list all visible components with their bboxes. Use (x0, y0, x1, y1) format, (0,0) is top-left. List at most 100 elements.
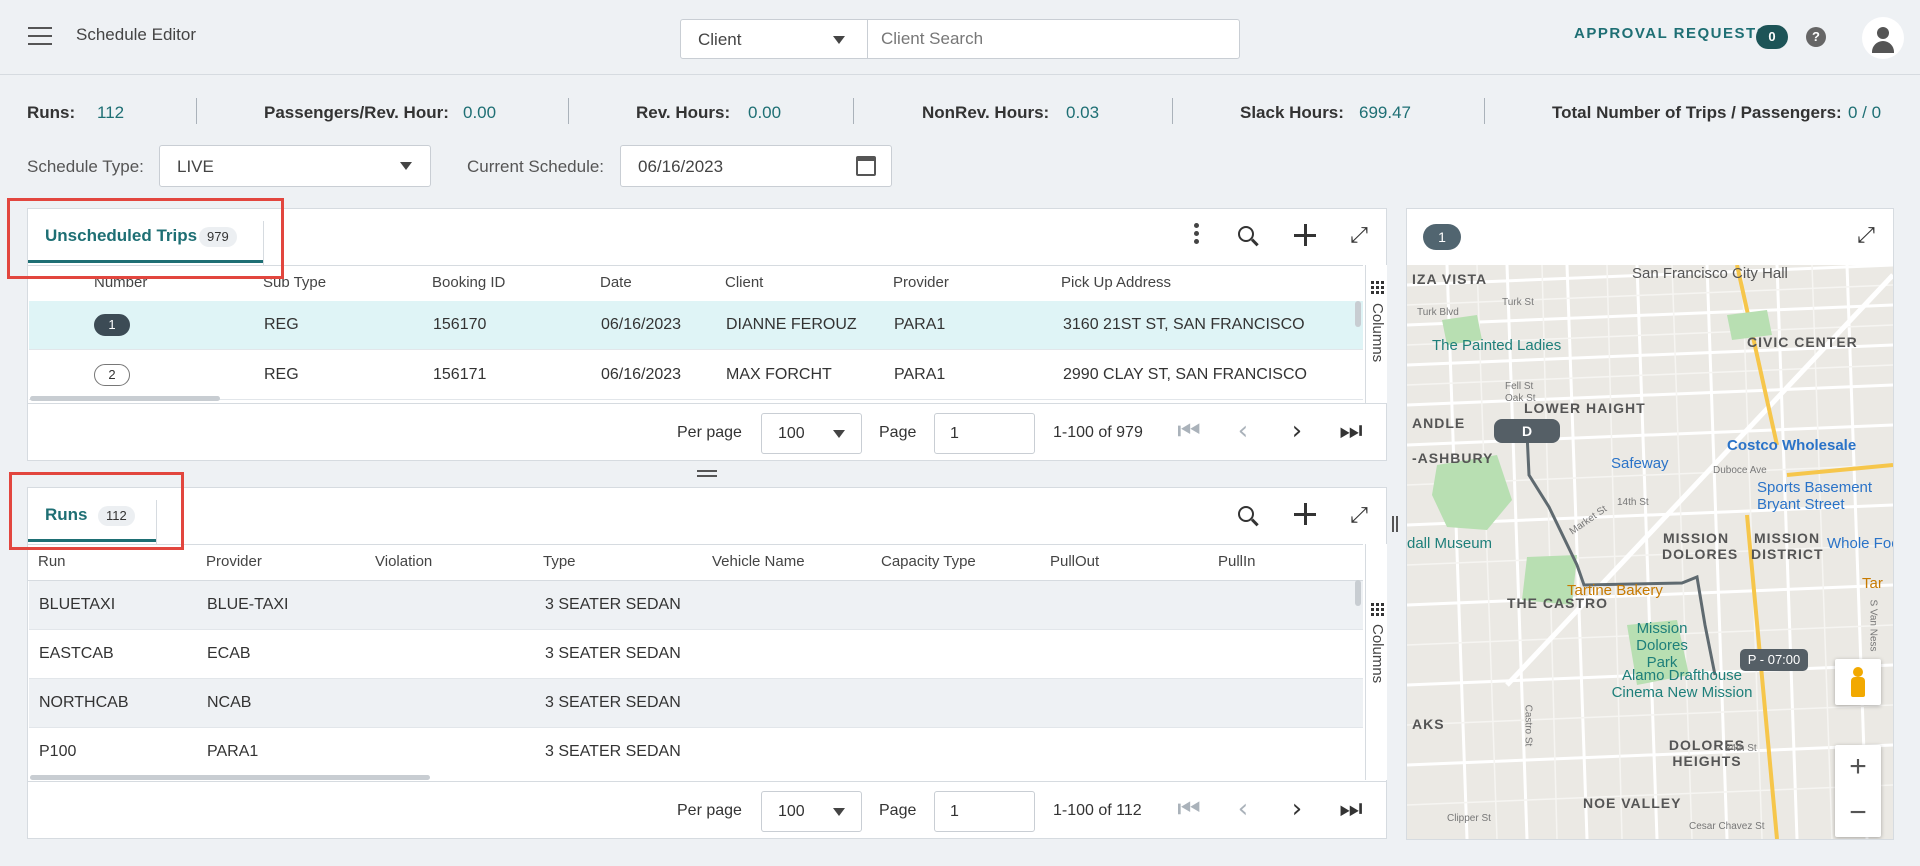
page-range: 1-100 of 112 (1053, 802, 1142, 819)
vertical-scrollbar[interactable] (1355, 580, 1361, 606)
per-page-label: Per page (677, 802, 742, 819)
app-title: Schedule Editor (76, 25, 197, 44)
run-type: 3 SEATER SEDAN (545, 743, 681, 760)
column-header-vehicle-name[interactable]: Vehicle Name (712, 553, 805, 570)
page-number-input[interactable]: 1 (934, 413, 1035, 454)
user-avatar[interactable] (1862, 17, 1904, 59)
per-page-select[interactable]: 100 (761, 791, 862, 832)
run-provider: NCAB (207, 694, 252, 711)
last-page-icon[interactable]: ⏭ (1338, 418, 1364, 446)
dropoff-marker[interactable]: D (1494, 419, 1560, 443)
map-poi-label[interactable]: The Painted Ladies (1432, 337, 1561, 354)
map-canvas[interactable]: IZA VISTA CIVIC CENTER LOWER HAIGHT ANDL… (1407, 265, 1893, 839)
column-header-date[interactable]: Date (600, 274, 632, 291)
map-poi-label[interactable]: San Francisco City Hall (1632, 265, 1788, 282)
zoom-in-icon[interactable]: + (1835, 745, 1881, 791)
map-poi-label[interactable]: Safeway (1611, 455, 1669, 472)
column-header-number[interactable]: Number (94, 274, 147, 291)
column-header-violation[interactable]: Violation (375, 553, 432, 570)
column-header-run[interactable]: Run (38, 553, 66, 570)
add-run-icon[interactable] (1294, 503, 1316, 525)
column-header-provider[interactable]: Provider (206, 553, 262, 570)
tab-runs[interactable]: Runs 112 (28, 488, 157, 542)
approval-requests-link[interactable]: APPROVAL REQUESTS (1574, 25, 1768, 42)
vertical-scrollbar[interactable] (1355, 301, 1361, 327)
street-label: 24th St (1725, 743, 1757, 754)
street-view-icon[interactable] (1835, 659, 1881, 705)
trips-pagination: Per page 100 Page 1 1-100 of 979 ⏮ ‹ › ⏭ (28, 403, 1386, 460)
columns-toggle[interactable]: Columns (1365, 544, 1387, 780)
column-header-capacity-type[interactable]: Capacity Type (881, 553, 976, 570)
first-page-icon[interactable]: ⏮ (1176, 796, 1202, 824)
add-trip-icon[interactable] (1294, 224, 1316, 246)
trip-provider: PARA1 (894, 316, 946, 333)
next-page-icon[interactable]: › (1284, 418, 1310, 446)
map-poi-label[interactable]: Tar (1862, 575, 1883, 592)
column-header-booking-id[interactable]: Booking ID (432, 274, 505, 291)
table-row[interactable]: NORTHCAB NCAB 3 SEATER SEDAN (29, 679, 1363, 728)
column-header-type[interactable]: Type (543, 553, 576, 570)
column-header-pullin[interactable]: PullIn (1218, 553, 1256, 570)
map-poi-label[interactable]: dall Museum (1407, 535, 1492, 552)
current-schedule-date-input[interactable]: 06/16/2023 (620, 145, 892, 187)
column-header-subtype[interactable]: Sub Type (263, 274, 326, 291)
pph-stat-label: Passengers/Rev. Hour: (264, 103, 449, 122)
horizontal-scrollbar[interactable] (30, 775, 430, 780)
more-options-icon[interactable] (1194, 223, 1199, 247)
prev-page-icon[interactable]: ‹ (1230, 796, 1256, 824)
search-icon[interactable] (1238, 506, 1259, 526)
map-poi-label[interactable]: Tartine Bakery (1567, 582, 1663, 599)
column-header-provider[interactable]: Provider (893, 274, 949, 291)
run-provider: ECAB (207, 645, 251, 662)
expand-icon[interactable]: ⤢ (1348, 504, 1370, 526)
column-header-pickup-address[interactable]: Pick Up Address (1061, 274, 1171, 291)
map-area-label: MISSION DISTRICT (1751, 530, 1824, 562)
table-row[interactable]: 1 REG 156170 06/16/2023 DIANNE FEROUZ PA… (29, 301, 1363, 350)
table-row[interactable]: EASTCAB ECAB 3 SEATER SEDAN (29, 630, 1363, 679)
table-row[interactable]: P100 PARA1 3 SEATER SEDAN (29, 728, 1363, 777)
table-row[interactable]: 2 REG 156171 06/16/2023 MAX FORCHT PARA1… (29, 351, 1363, 400)
prev-page-icon[interactable]: ‹ (1230, 418, 1256, 446)
stat-divider (853, 98, 854, 124)
horizontal-scrollbar[interactable] (30, 396, 220, 401)
first-page-icon[interactable]: ⏮ (1176, 418, 1202, 446)
help-icon[interactable]: ? (1806, 27, 1826, 47)
trip-pickup-address: 2990 CLAY ST, SAN FRANCISCO (1063, 366, 1307, 383)
client-search-input[interactable] (867, 19, 1240, 59)
map-poi-label[interactable]: Whole Foo (1827, 535, 1893, 552)
calendar-icon[interactable] (856, 156, 876, 176)
tab-unscheduled-trips[interactable]: Unscheduled Trips 979 (28, 209, 263, 263)
zoom-out-icon[interactable]: − (1835, 791, 1881, 837)
vertical-splitter-handle[interactable] (1392, 516, 1400, 532)
run-name: P100 (39, 743, 77, 760)
map-area-label: NOE VALLEY (1583, 795, 1682, 811)
pickup-marker[interactable]: P - 07:00 (1740, 649, 1808, 671)
trip-subtype: REG (264, 366, 299, 383)
schedule-type-select[interactable]: LIVE (159, 145, 431, 187)
trip-booking-id: 156171 (433, 366, 487, 383)
stat-divider (568, 98, 569, 124)
columns-toggle[interactable]: Columns (1365, 265, 1387, 403)
map-poi-label[interactable]: Mission Dolores Park (1622, 620, 1702, 671)
last-page-icon[interactable]: ⏭ (1338, 796, 1364, 824)
run-provider: BLUE-TAXI (207, 596, 289, 613)
client-type-select[interactable]: Client (680, 19, 868, 59)
column-header-client[interactable]: Client (725, 274, 763, 291)
column-header-pullout[interactable]: PullOut (1050, 553, 1099, 570)
map-poi-label[interactable]: Sports Basement Bryant Street (1757, 479, 1877, 513)
per-page-select[interactable]: 100 (761, 413, 862, 454)
map-poi-label[interactable]: Costco Wholesale (1727, 437, 1856, 454)
table-row[interactable]: BLUETAXI BLUE-TAXI 3 SEATER SEDAN (29, 581, 1363, 630)
page-number-input[interactable]: 1 (934, 791, 1035, 832)
map-poi-label[interactable]: Alamo Drafthouse Cinema New Mission (1602, 667, 1762, 701)
map-area-label: AKS (1412, 716, 1445, 732)
expand-icon[interactable]: ⤢ (1348, 224, 1370, 246)
horizontal-splitter-handle[interactable] (697, 470, 717, 478)
menu-icon[interactable] (28, 27, 52, 45)
map-zoom-controls: + − (1835, 745, 1881, 837)
search-icon[interactable] (1238, 226, 1259, 246)
map-area-label: LOWER HAIGHT (1524, 400, 1646, 416)
expand-icon[interactable]: ⤢ (1855, 224, 1877, 246)
street-label: S Van Ness (1867, 599, 1879, 652)
next-page-icon[interactable]: › (1284, 796, 1310, 824)
